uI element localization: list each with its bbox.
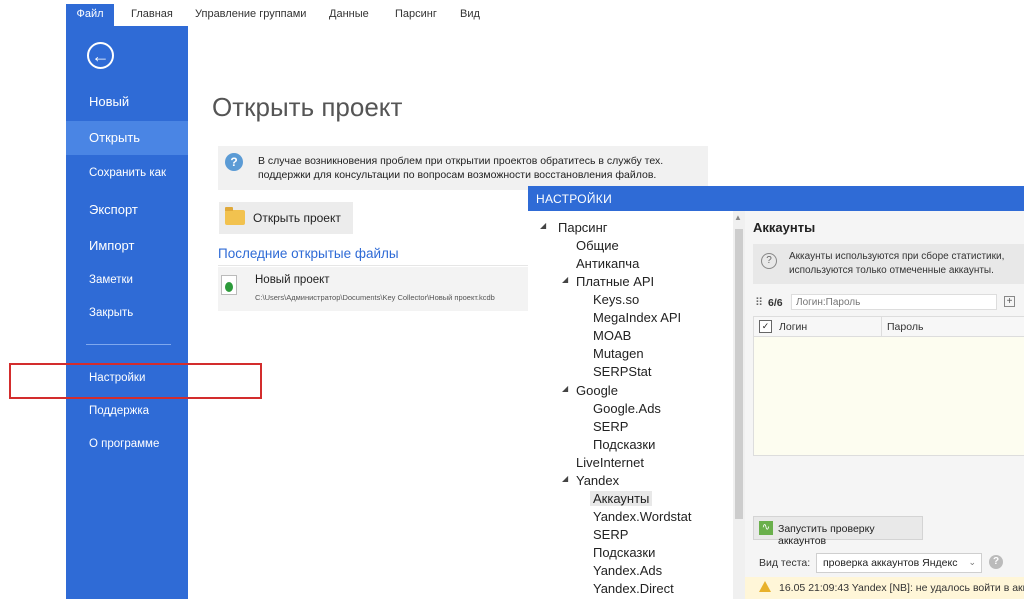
sidebar-item-support[interactable]: Поддержка xyxy=(66,405,188,417)
expand-triangle-icon[interactable]: ◢ xyxy=(562,474,568,483)
recent-file-path: C:\Users\Администратор\Documents\Key Col… xyxy=(255,293,495,302)
sidebar-item-open[interactable]: Открыть xyxy=(66,121,188,155)
sidebar-item-save-as[interactable]: Сохранить как xyxy=(66,167,188,179)
tree-item-accounts[interactable]: Аккаунты xyxy=(590,491,653,506)
test-mode-select[interactable]: проверка аккаунтов Яндекс ⌄ xyxy=(816,553,982,573)
tree-item-keys-so[interactable]: Keys.so xyxy=(593,292,639,307)
tree-item-yandex-serp[interactable]: SERP xyxy=(593,527,628,542)
sidebar-item-notes[interactable]: Заметки xyxy=(66,274,188,286)
accounts-note: ? Аккаунты используются при сборе статис… xyxy=(753,244,1024,284)
tab-group-management[interactable]: Управление группами xyxy=(195,8,306,20)
settings-window: НАСТРОЙКИ ◢ Парсинг Общие Антикапча ◢ Пл… xyxy=(528,186,1024,599)
accounts-count: 6/6 xyxy=(768,297,783,309)
info-panel: ? В случае возникновения проблем при отк… xyxy=(218,146,708,190)
settings-titlebar[interactable]: НАСТРОЙКИ xyxy=(528,186,1024,211)
run-account-check-label: Запустить проверку аккаунтов xyxy=(778,523,875,547)
accounts-toolbar: ⠿ 6/6 + xyxy=(753,292,1024,314)
grip-icon[interactable]: ⠿ xyxy=(755,296,763,309)
open-project-label: Открыть проект xyxy=(253,211,341,225)
sidebar-item-export[interactable]: Экспорт xyxy=(66,202,188,217)
accounts-pane: Аккаунты ? Аккаунты используются при сбо… xyxy=(745,211,1024,599)
test-mode-label: Вид теста: xyxy=(759,557,811,569)
highlight-box xyxy=(9,363,262,399)
recent-file-item[interactable]: Новый проект C:\Users\Администратор\Docu… xyxy=(218,267,528,311)
accounts-table-body[interactable] xyxy=(754,337,1024,455)
tree-item-megaindex[interactable]: MegaIndex API xyxy=(593,310,681,325)
recent-file-name: Новый проект xyxy=(255,274,330,286)
chevron-down-icon: ⌄ xyxy=(968,557,976,567)
accounts-note-text: Аккаунты используются при сборе статисти… xyxy=(789,251,1005,276)
accounts-table-header: ✓ Логин Пароль xyxy=(754,317,1024,337)
back-arrow-icon[interactable]: ← xyxy=(87,42,114,69)
sidebar-item-import[interactable]: Импорт xyxy=(66,238,188,253)
tree-item-liveinternet[interactable]: LiveInternet xyxy=(576,455,644,470)
log-line: 16.05 21:09:43 Yandex [NB]: не удалось в… xyxy=(745,577,1024,599)
run-account-check-button[interactable]: ∿ Запустить проверку аккаунтов xyxy=(753,516,923,547)
question-icon: ? xyxy=(761,253,777,269)
tab-parsing[interactable]: Парсинг xyxy=(395,8,437,20)
log-text: 16.05 21:09:43 Yandex [NB]: не удалось в… xyxy=(779,582,1024,594)
project-file-icon xyxy=(221,275,237,295)
ribbon-menu: Файл Главная Управление группами Данные … xyxy=(0,0,1024,26)
column-separator xyxy=(881,317,882,336)
tree-item-google[interactable]: Google xyxy=(576,383,618,398)
column-password[interactable]: Пароль xyxy=(887,321,923,333)
account-input[interactable] xyxy=(791,294,997,310)
tree-item-paid-api[interactable]: Платные API xyxy=(576,274,654,289)
sidebar-item-new[interactable]: Новый xyxy=(66,94,188,114)
tree-item-serpstat[interactable]: SERPStat xyxy=(593,364,652,379)
expand-triangle-icon[interactable]: ◢ xyxy=(540,221,546,230)
recent-files-heading: Последние открытые файлы xyxy=(218,246,399,261)
tree-item-google-serp[interactable]: SERP xyxy=(593,419,628,434)
tree-item-anticaptcha[interactable]: Антикапча xyxy=(576,256,639,271)
tree-item-general[interactable]: Общие xyxy=(576,238,619,253)
tab-data[interactable]: Данные xyxy=(329,8,369,20)
tab-home[interactable]: Главная xyxy=(131,8,173,20)
tree-item-wordstat[interactable]: Yandex.Wordstat xyxy=(593,509,692,524)
tree-item-yandex-suggest[interactable]: Подсказки xyxy=(593,545,655,560)
sidebar-item-close[interactable]: Закрыть xyxy=(66,307,188,319)
add-account-icon[interactable]: + xyxy=(1004,296,1015,307)
tree-scrollbar[interactable]: ▲ xyxy=(733,211,745,599)
sidebar-item-about[interactable]: О программе xyxy=(66,438,188,450)
expand-triangle-icon[interactable]: ◢ xyxy=(562,275,568,284)
tree-item-yandex-ads[interactable]: Yandex.Ads xyxy=(593,563,662,578)
tree-item-parsing[interactable]: Парсинг xyxy=(558,220,608,235)
tree-item-google-ads[interactable]: Google.Ads xyxy=(593,401,661,416)
pulse-icon: ∿ xyxy=(759,521,773,535)
accounts-table: ✓ Логин Пароль xyxy=(753,316,1024,456)
select-all-checkbox[interactable]: ✓ xyxy=(759,320,772,333)
settings-title: НАСТРОЙКИ xyxy=(536,192,613,206)
tree-item-google-suggest[interactable]: Подсказки xyxy=(593,437,655,452)
test-mode-value: проверка аккаунтов Яндекс xyxy=(823,557,958,569)
tree-item-mutagen[interactable]: Mutagen xyxy=(593,346,644,361)
scroll-up-icon[interactable]: ▲ xyxy=(734,213,742,222)
tab-view[interactable]: Вид xyxy=(460,8,480,20)
tab-file[interactable]: Файл xyxy=(66,4,114,26)
backstage-sidebar: ← Новый Открыть Сохранить как Экспорт Им… xyxy=(66,26,188,599)
settings-tree: ◢ Парсинг Общие Антикапча ◢ Платные API … xyxy=(528,211,733,599)
folder-icon xyxy=(225,207,245,225)
tree-item-yandex[interactable]: Yandex xyxy=(576,473,619,488)
help-icon: ? xyxy=(225,153,243,171)
help-icon[interactable]: ? xyxy=(989,555,1003,569)
page-title: Открыть проект xyxy=(212,92,403,122)
info-text: В случае возникновения проблем при откры… xyxy=(258,155,664,181)
accounts-heading: Аккаунты xyxy=(753,220,816,235)
window-margin xyxy=(0,26,66,599)
recent-divider xyxy=(218,265,528,266)
expand-triangle-icon[interactable]: ◢ xyxy=(562,384,568,393)
scrollbar-thumb[interactable] xyxy=(735,229,743,519)
open-project-button[interactable]: Открыть проект xyxy=(219,202,353,234)
tree-item-yandex-direct[interactable]: Yandex.Direct xyxy=(593,581,674,596)
tree-item-moab[interactable]: MOAB xyxy=(593,328,631,343)
warning-icon xyxy=(759,581,771,592)
column-login[interactable]: Логин xyxy=(779,321,807,333)
sidebar-divider xyxy=(86,344,171,345)
